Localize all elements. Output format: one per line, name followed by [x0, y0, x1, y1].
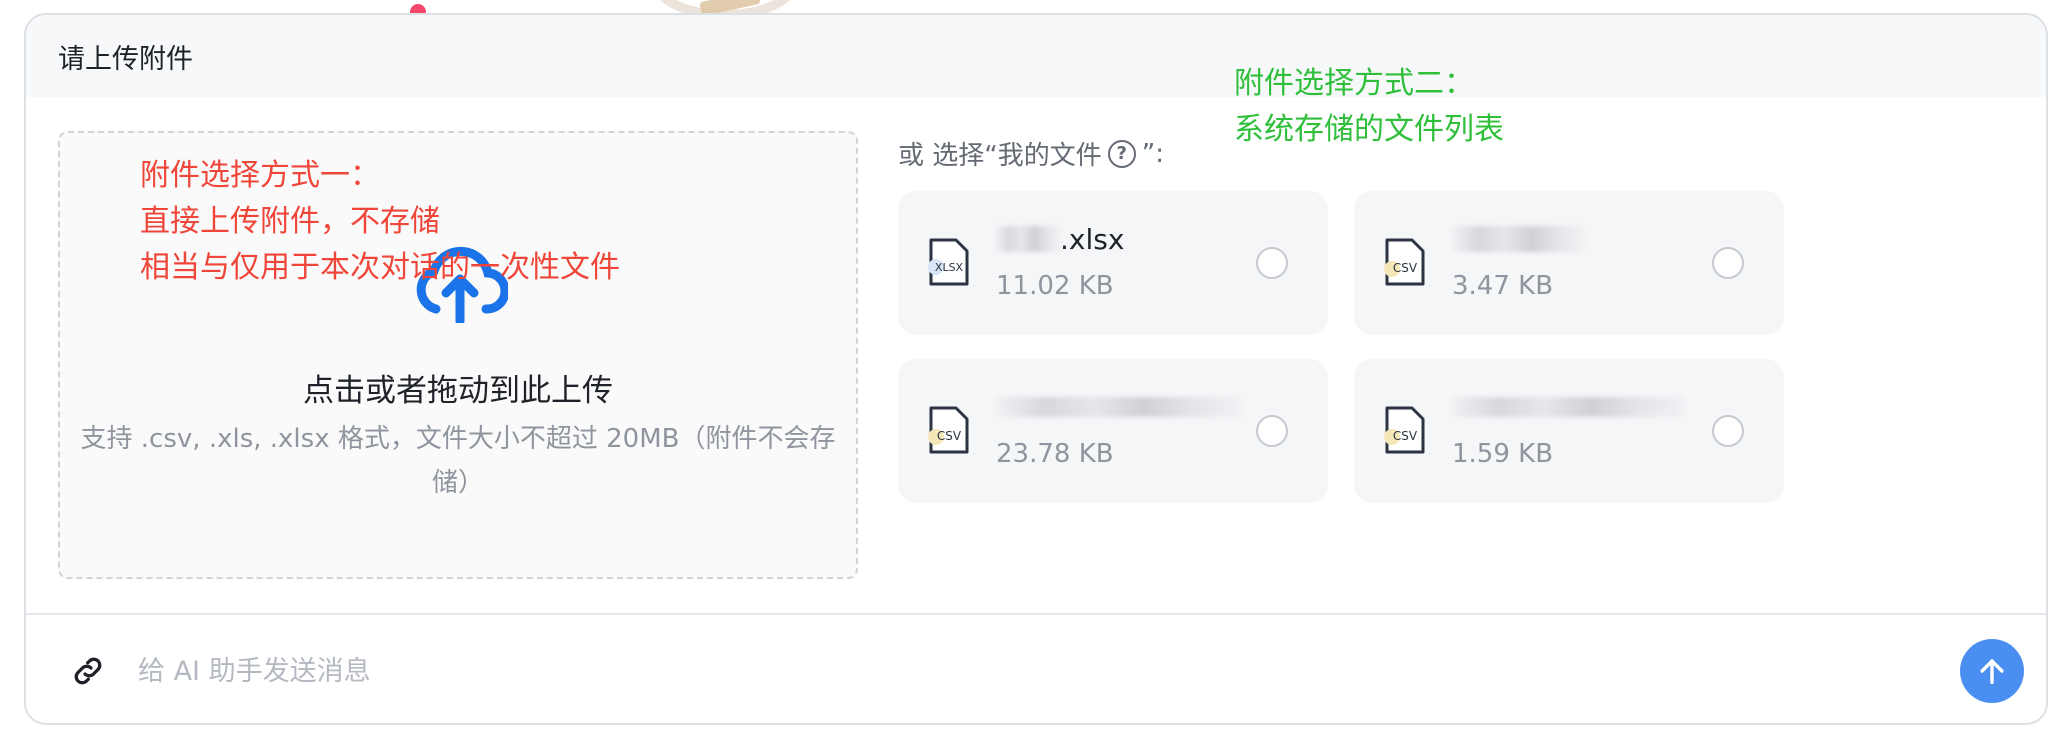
redacted-filename	[1452, 226, 1584, 252]
upload-title: 点击或者拖动到此上传	[303, 373, 613, 409]
upload-description: 支持 .csv, .xls, .xlsx 格式，文件大小不超过 20MB（附件不…	[80, 424, 836, 498]
file-name	[1452, 389, 1684, 425]
my-files-label-suffix: ”:	[1141, 138, 1164, 169]
csv-file-icon: CSV	[928, 406, 969, 454]
file-size: 1.59 KB	[1452, 439, 1554, 469]
help-icon[interactable]: ?	[1107, 139, 1136, 168]
file-card[interactable]: XLSX .xlsx 11.02 KB	[898, 191, 1328, 335]
upload-dropzone[interactable]: 附件选择方式一： 直接上传附件，不存储 相当与仅用于本次对话的一次性文件 点击或…	[58, 131, 858, 579]
annotation-method-two: 附件选择方式二： 系统存储的文件列表	[1234, 61, 1504, 153]
card-header: 请上传附件	[26, 15, 2046, 97]
file-name: .xlsx	[996, 221, 1124, 257]
file-type-label: CSV	[937, 429, 962, 443]
upload-attachment-card: 请上传附件 附件选择方式一： 直接上传附件，不存储 相当与仅用于本次对话的一次性…	[24, 13, 2048, 725]
link-icon[interactable]	[70, 653, 106, 689]
file-select-radio[interactable]	[1712, 415, 1744, 447]
file-name-suffix: .xlsx	[1060, 222, 1125, 256]
file-type-label: CSV	[1393, 429, 1418, 443]
csv-file-icon: CSV	[1384, 406, 1425, 454]
redacted-filename	[996, 226, 1060, 252]
xlsx-file-icon: XLSX	[928, 238, 969, 286]
file-select-radio[interactable]	[1256, 415, 1288, 447]
my-files-list: XLSX .xlsx 11.02 KB CSV 3.47 KB CSV 23.7…	[898, 191, 1784, 503]
annotation-line: 附件选择方式一：	[140, 158, 380, 193]
file-type-label: CSV	[1393, 261, 1418, 275]
redacted-filename	[996, 397, 1242, 417]
redacted-filename	[1452, 397, 1684, 417]
message-input[interactable]	[138, 645, 1738, 697]
file-size: 23.78 KB	[996, 439, 1114, 469]
send-button[interactable]	[1960, 639, 2024, 703]
file-size: 3.47 KB	[1452, 271, 1554, 301]
annotation-line: 系统存储的文件列表	[1234, 112, 1504, 147]
message-composer	[26, 615, 2046, 723]
file-size: 11.02 KB	[996, 271, 1114, 301]
file-type-label: XLSX	[935, 261, 964, 274]
annotation-line: 直接上传附件，不存储	[140, 204, 440, 239]
file-select-radio[interactable]	[1712, 247, 1744, 279]
annotation-line: 相当与仅用于本次对话的一次性文件	[140, 250, 620, 285]
file-select-radio[interactable]	[1256, 247, 1288, 279]
csv-file-icon: CSV	[1384, 238, 1425, 286]
arrow-up-icon	[1980, 659, 2004, 685]
card-title: 请上传附件	[58, 43, 193, 75]
file-card[interactable]: CSV 23.78 KB	[898, 359, 1328, 503]
file-card[interactable]: CSV 1.59 KB	[1354, 359, 1784, 503]
annotation-line: 附件选择方式二：	[1234, 66, 1474, 101]
my-files-label-text: 或 选择“我的文件	[898, 141, 1102, 171]
file-name	[1452, 221, 1584, 257]
annotation-method-one: 附件选择方式一： 直接上传附件，不存储 相当与仅用于本次对话的一次性文件	[140, 153, 620, 291]
file-name	[996, 389, 1242, 425]
my-files-label: 或 选择“我的文件 ? ”:	[898, 135, 1164, 172]
file-card[interactable]: CSV 3.47 KB	[1354, 191, 1784, 335]
